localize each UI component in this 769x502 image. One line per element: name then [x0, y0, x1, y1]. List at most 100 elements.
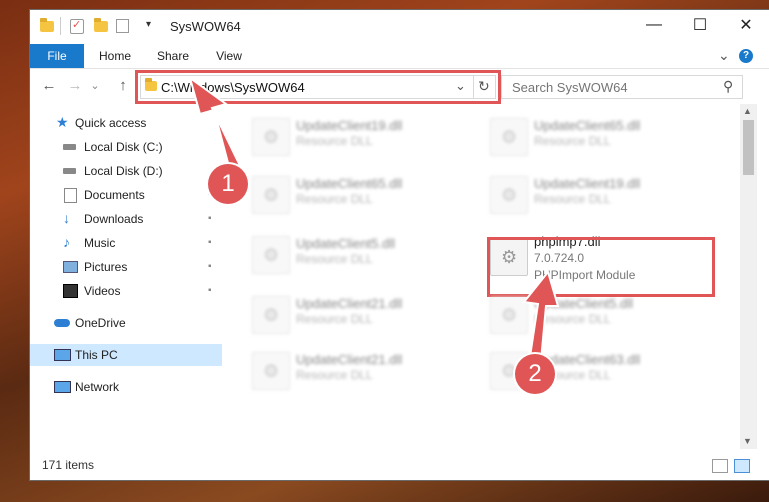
back-button[interactable]: ← [40, 77, 58, 95]
file-description: Resource DLL [296, 368, 373, 382]
cloud-icon [54, 319, 70, 327]
close-icon: ✕ [739, 17, 753, 34]
file-item[interactable]: ⚙ UpdateClient21.dll Resource DLL [246, 346, 466, 394]
pin-icon[interactable]: ▪ [208, 261, 212, 272]
pin-icon[interactable]: ▪ [208, 237, 212, 248]
navigation-pane: ★ Quick access Local Disk (C:) Local Dis… [30, 104, 222, 449]
step-2-badge: 2 [515, 354, 555, 394]
sidebar-item-videos[interactable]: Videos ▪ [30, 280, 222, 302]
step-1-badge: 1 [208, 164, 248, 204]
star-icon: ★ [56, 114, 69, 130]
scroll-down-icon[interactable]: ▼ [743, 436, 752, 446]
sidebar-item-label: Local Disk (D:) [84, 164, 163, 178]
customize-quick-access-icon[interactable] [116, 19, 129, 33]
sidebar-item-local-disk-c[interactable]: Local Disk (C:) [30, 136, 222, 158]
file-item[interactable]: ⚙ UpdateClient19.dll Resource DLL [246, 112, 466, 160]
file-name: UpdateClient19.dll [534, 176, 641, 191]
drive-icon [63, 144, 76, 150]
dll-file-icon: ⚙ [252, 296, 290, 334]
file-list: ⚙ UpdateClient19.dll Resource DLL ⚙ Upda… [226, 104, 740, 449]
file-item[interactable]: ⚙ UpdateClient19.dll Resource DLL [484, 170, 704, 218]
file-name: UpdateClient21.dll [296, 352, 403, 367]
documents-icon [64, 188, 77, 203]
close-button[interactable]: ✕ [723, 10, 769, 40]
ribbon-tabs: File Home Share View ⌄ ? [30, 44, 769, 69]
title-bar: ✓ ▾ SysWOW64 — ☐ ✕ [30, 10, 769, 44]
recent-locations-button[interactable]: ⌄ [86, 77, 104, 95]
gear-icon: ⚙ [263, 245, 280, 265]
network-icon [54, 381, 71, 393]
file-name: UpdateClient5.dll [296, 236, 396, 251]
file-name: UpdateClient21.dll [296, 296, 403, 311]
file-highlight [487, 237, 715, 297]
file-item[interactable]: ⚙ UpdateClient65.dll Resource DLL [246, 170, 466, 218]
tab-home[interactable]: Home [90, 44, 140, 68]
large-icons-view-icon[interactable] [734, 459, 750, 473]
sidebar-item-music[interactable]: ♪ Music ▪ [30, 232, 222, 254]
file-name: UpdateClient65.dll [534, 118, 641, 133]
window-title: SysWOW64 [170, 19, 241, 34]
sidebar-item-local-disk-d[interactable]: Local Disk (D:) [30, 160, 222, 182]
gear-icon: ⚙ [263, 305, 280, 325]
pin-icon[interactable]: ▪ [208, 285, 212, 296]
sidebar-item-pictures[interactable]: Pictures ▪ [30, 256, 222, 278]
tab-view[interactable]: View [204, 44, 254, 68]
help-icon[interactable]: ? [739, 49, 753, 63]
maximize-icon: ☐ [692, 17, 708, 34]
file-description: Resource DLL [534, 312, 611, 326]
sidebar-item-label: Documents [84, 188, 145, 202]
videos-icon [63, 284, 78, 298]
file-description: Resource DLL [296, 134, 373, 148]
new-folder-icon[interactable] [94, 18, 108, 32]
up-button[interactable]: ↑ [114, 77, 132, 95]
file-item[interactable]: ⚙ UpdateClient21.dll Resource DLL [246, 290, 466, 338]
sidebar-item-onedrive[interactable]: OneDrive [30, 312, 222, 334]
sidebar-item-label: Downloads [84, 212, 144, 226]
sidebar-item-quick-access[interactable]: ★ Quick access [30, 112, 222, 134]
sidebar-item-label: This PC [75, 348, 118, 362]
address-highlight [135, 70, 501, 104]
file-item[interactable]: ⚙ UpdateClient5.dll Resource DLL [484, 290, 704, 338]
scroll-up-icon[interactable]: ▲ [743, 106, 752, 116]
sidebar-item-this-pc[interactable]: This PC [30, 344, 222, 366]
status-bar: 171 items [30, 449, 769, 480]
properties-icon[interactable]: ✓ [70, 19, 84, 34]
file-name: UpdateClient19.dll [296, 118, 403, 133]
dll-file-icon: ⚙ [490, 118, 528, 156]
gear-icon: ⚙ [263, 185, 280, 205]
scrollbar-thumb[interactable] [743, 120, 754, 175]
file-item[interactable]: ⚙ UpdateClient5.dll Resource DLL [246, 230, 466, 278]
quick-access-dropdown-icon[interactable]: ▾ [146, 19, 151, 30]
tab-file[interactable]: File [30, 44, 84, 68]
sidebar-item-network[interactable]: Network [30, 376, 222, 398]
folder-icon [40, 18, 54, 32]
pin-icon[interactable]: ▪ [208, 213, 212, 224]
sidebar-item-label: Videos [84, 284, 121, 298]
tab-share[interactable]: Share [148, 44, 198, 68]
dll-file-icon: ⚙ [252, 118, 290, 156]
sidebar-item-label: Quick access [75, 116, 147, 130]
file-description: Resource DLL [296, 252, 373, 266]
item-count: 171 items [42, 458, 95, 472]
expand-ribbon-icon[interactable]: ⌄ [718, 47, 730, 64]
search-box[interactable]: ⚲ [501, 75, 743, 99]
gear-icon: ⚙ [263, 361, 280, 381]
dll-file-icon: ⚙ [252, 352, 290, 390]
search-icon[interactable]: ⚲ [723, 78, 733, 95]
address-bar-row: ← → ⌄ ↑ C:\Windows\SysWOW64 ⌄ ↻ ⚲ [30, 69, 769, 104]
file-item[interactable]: ⚙ UpdateClient65.dll Resource DLL [484, 112, 704, 160]
sidebar-item-label: Network [75, 380, 120, 394]
gear-icon: ⚙ [263, 127, 280, 147]
sidebar-item-documents[interactable]: Documents ▪ [30, 184, 222, 206]
details-view-icon[interactable] [712, 459, 728, 473]
sidebar-item-downloads[interactable]: ↓ Downloads ▪ [30, 208, 222, 230]
explorer-window: ✓ ▾ SysWOW64 — ☐ ✕ File Home Share View … [30, 10, 769, 480]
dll-file-icon: ⚙ [490, 176, 528, 214]
maximize-button[interactable]: ☐ [677, 10, 723, 40]
file-name: UpdateClient5.dll [534, 296, 634, 311]
computer-icon [54, 349, 71, 361]
search-input[interactable] [510, 78, 714, 96]
minimize-button[interactable]: — [631, 10, 677, 40]
vertical-scrollbar[interactable]: ▲ ▼ [740, 104, 757, 449]
forward-button[interactable]: → [66, 77, 84, 95]
